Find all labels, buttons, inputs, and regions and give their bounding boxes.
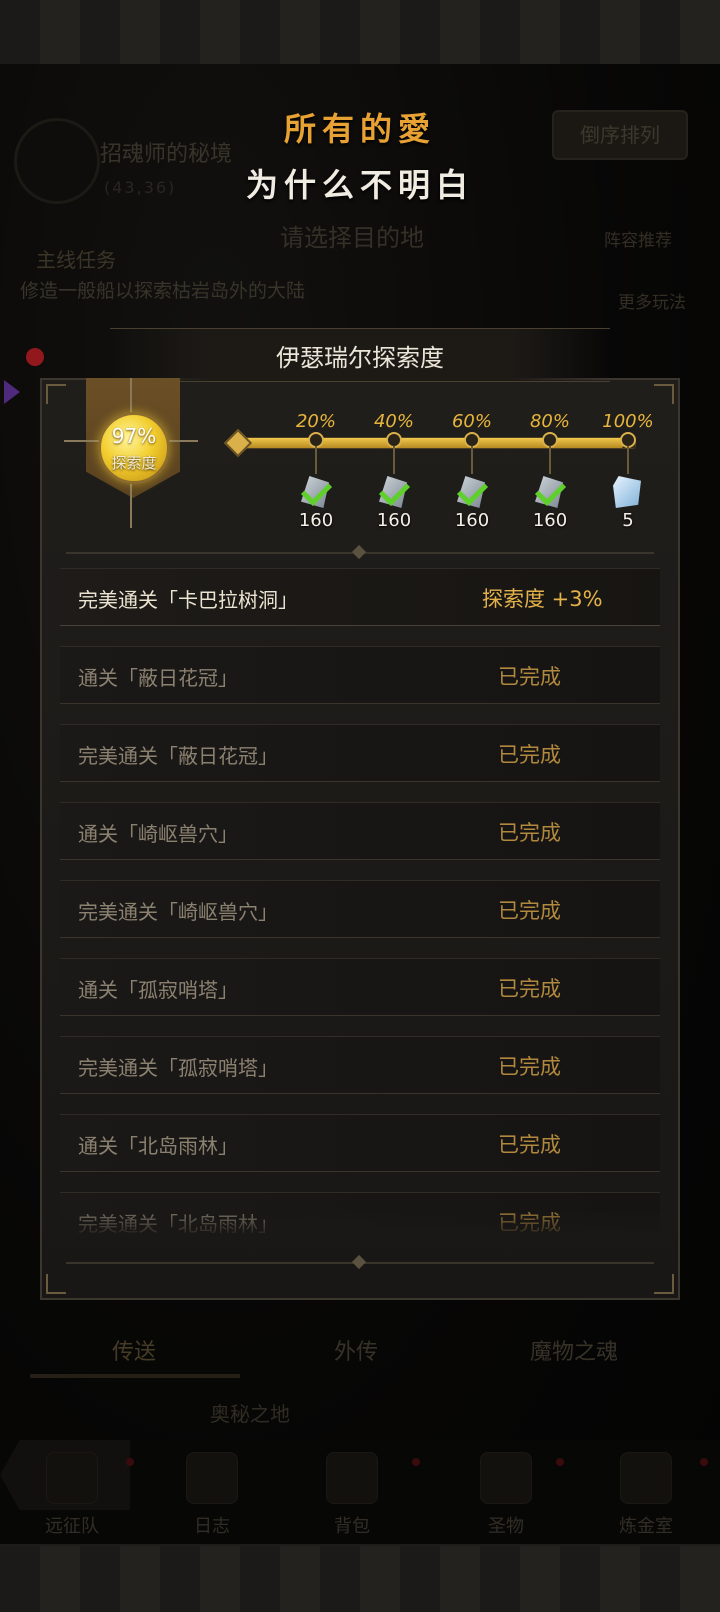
milestone-stem (627, 446, 629, 474)
milestone-label: 60% (451, 411, 492, 432)
reward-count: 160 (298, 510, 334, 531)
task-status: 已完成 (498, 743, 561, 767)
list-fade-mask (60, 1212, 660, 1238)
task-name: 通关「孤寂哨塔」 (78, 978, 238, 1002)
progress-label: 探索度 (111, 454, 157, 472)
reward-count: 160 (376, 510, 412, 531)
top-frame-border (0, 0, 720, 66)
task-row[interactable]: 完美通关「蔽日花冠」 已完成 (60, 724, 660, 782)
task-row[interactable]: 通关「北岛雨林」 已完成 (60, 1114, 660, 1172)
milestone-progress-fill (237, 438, 624, 448)
task-row[interactable]: 完美通关「孤寂哨塔」 已完成 (60, 1036, 660, 1094)
caption-line-1: 所有的愛 (283, 110, 436, 148)
corner-ornament (46, 384, 66, 404)
milestone-stem (549, 446, 551, 474)
task-status: 探索度 +3% (482, 587, 603, 611)
task-name: 通关「北岛雨林」 (78, 1134, 238, 1158)
task-row[interactable]: 完美通关「崎岖兽穴」 已完成 (60, 880, 660, 938)
corner-ornament (654, 384, 674, 404)
milestone-label: 40% (373, 411, 414, 432)
milestone-progress-bar (236, 437, 636, 449)
progress-percent: 97% (111, 424, 157, 448)
corner-ornament (654, 1274, 674, 1294)
milestone-label: 20% (295, 411, 336, 432)
milestone-label: 100% (602, 411, 654, 432)
bottom-frame-border (0, 1544, 720, 1612)
task-status: 已完成 (498, 899, 561, 923)
caption-line-2: 为什么不明白 (245, 166, 474, 204)
task-name: 通关「崎岖兽穴」 (78, 822, 238, 846)
corner-ornament (46, 1274, 66, 1294)
task-row[interactable]: 通关「蔽日花冠」 已完成 (60, 646, 660, 704)
task-list[interactable]: 完美通关「卡巴拉树洞」 探索度 +3% 通关「蔽日花冠」 已完成 完美通关「蔽日花冠」已… (60, 568, 660, 1236)
task-name: 通关「蔽日花冠」 (78, 666, 238, 690)
reward-count: 5 (622, 510, 634, 531)
task-row[interactable]: 完美通关「卡巴拉树洞」 探索度 +3% (60, 568, 660, 626)
milestone-stem (471, 446, 473, 474)
task-status: 已完成 (498, 977, 561, 1001)
task-name: 完美通关「蔽日花冠」 (78, 744, 278, 768)
panel-title: 伊瑟瑞尔探索度 (276, 344, 444, 372)
reward-count: 160 (454, 510, 490, 531)
task-name: 完美通关「卡巴拉树洞」 (78, 588, 298, 612)
task-status: 已完成 (498, 1133, 561, 1157)
task-row[interactable]: 通关「孤寂哨塔」 已完成 (60, 958, 660, 1016)
milestone-label: 80% (529, 411, 570, 432)
task-status: 已完成 (498, 665, 561, 689)
task-status: 已完成 (498, 1055, 561, 1079)
task-name: 完美通关「孤寂哨塔」 (78, 1056, 278, 1080)
task-name: 完美通关「崎岖兽穴」 (78, 900, 278, 924)
progress-orb (98, 412, 170, 484)
milestone-stem (315, 446, 317, 474)
milestone-stem (393, 446, 395, 474)
task-row[interactable]: 通关「崎岖兽穴」 已完成 (60, 802, 660, 860)
ice-crystal-icon (613, 476, 641, 508)
task-status: 已完成 (498, 821, 561, 845)
reward-count: 160 (532, 510, 568, 531)
